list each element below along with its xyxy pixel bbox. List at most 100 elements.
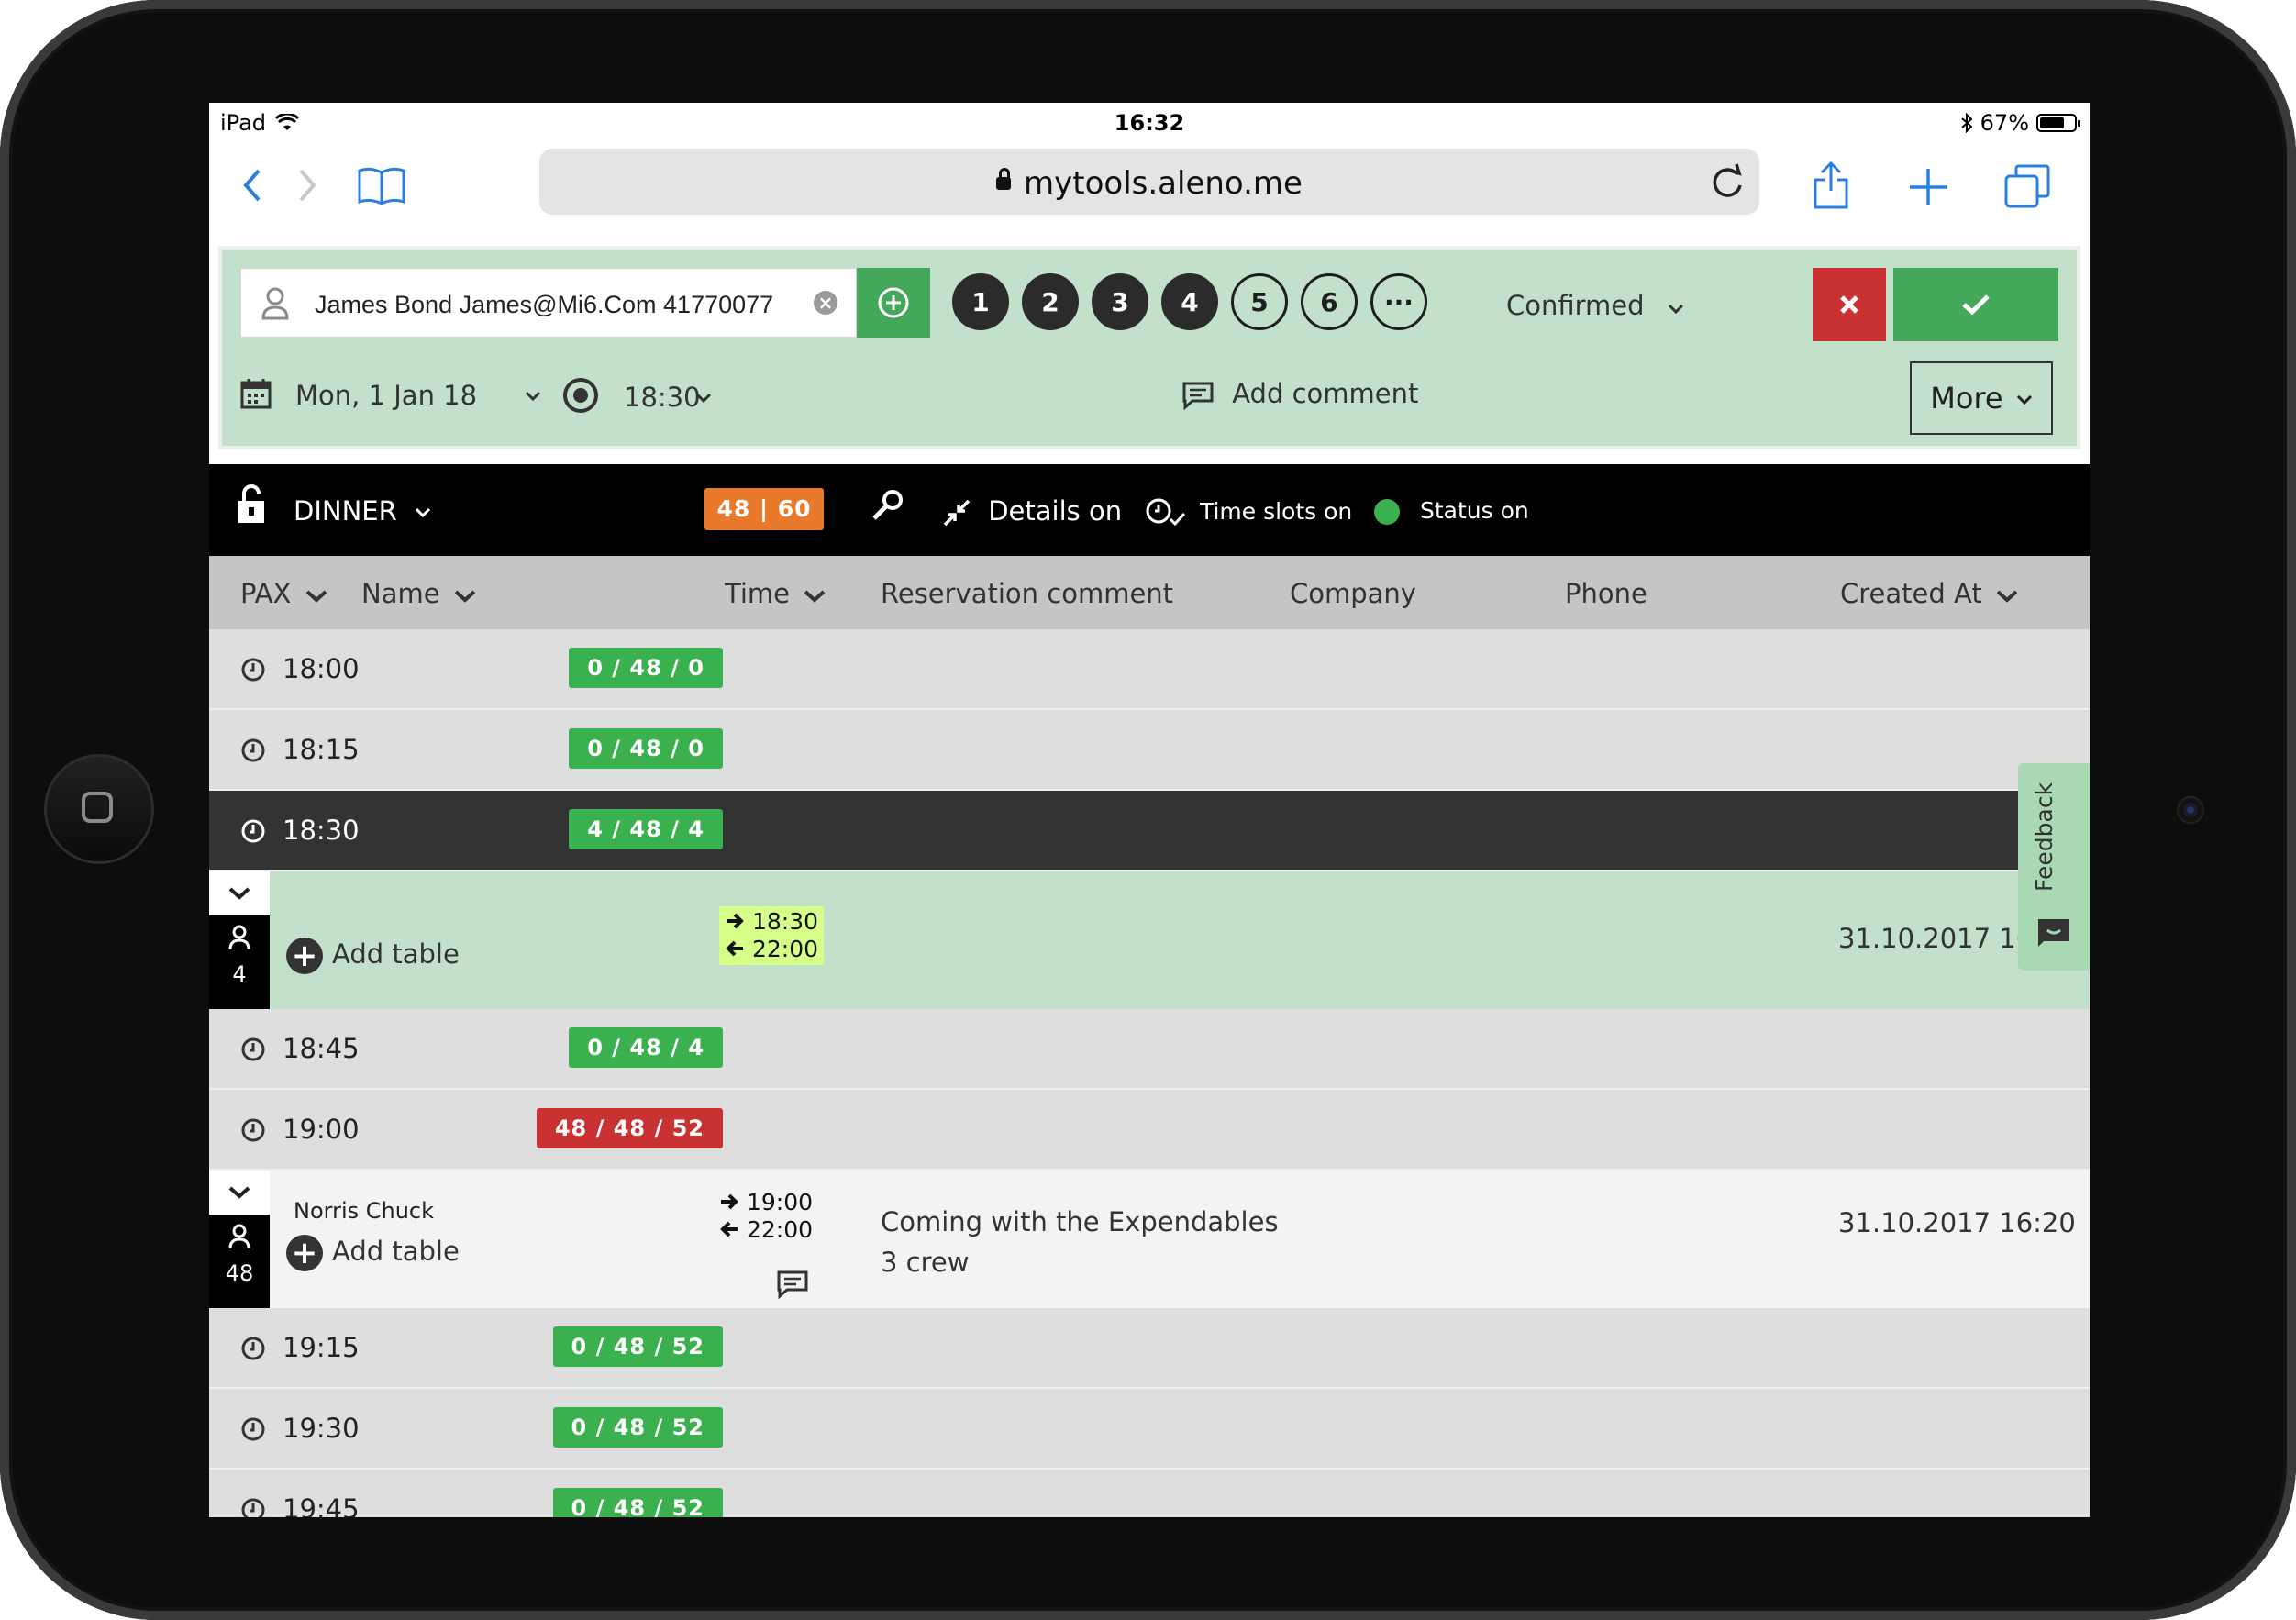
time-slot-row-active[interactable]: 18:30 4 / 48 / 4: [209, 791, 2090, 871]
guest-field-value: James Bond James@Mi6.Com 41770077: [315, 291, 774, 318]
slot-time: 19:30: [283, 1413, 360, 1444]
slot-time: 19:00: [283, 1114, 360, 1145]
pax-more-button[interactable]: ···: [1370, 273, 1427, 330]
slot-capacity-badge: 48 / 48 / 52: [536, 1108, 723, 1148]
time-slot-row[interactable]: 18:00 0 / 48 / 0: [209, 629, 2090, 710]
reservation-row[interactable]: 48 Norris Chuck + Add table 19:00 22:00 C…: [209, 1171, 2090, 1308]
slot-capacity-badge: 0 / 48 / 52: [552, 1326, 723, 1367]
status-dot: [1374, 499, 1400, 525]
reload-icon[interactable]: [1710, 163, 1745, 200]
chat-face-icon: [2038, 919, 2069, 947]
checkmark-icon: [1962, 294, 1990, 316]
service-dropdown[interactable]: DINNER: [294, 495, 431, 527]
slot-time: 18:45: [283, 1033, 360, 1064]
arrival-time: 18:30: [751, 908, 818, 935]
search-icon[interactable]: [870, 486, 906, 523]
pax-count: 48: [225, 1260, 254, 1286]
guest-name[interactable]: Norris Chuck: [294, 1198, 434, 1224]
status-toggle[interactable]: Status on: [1374, 497, 1529, 525]
more-button[interactable]: More: [1910, 361, 2053, 435]
browser-toolbar: mytools.aleno.me: [209, 139, 2090, 235]
status-label: Status on: [1419, 497, 1529, 524]
share-icon[interactable]: [1813, 161, 1849, 209]
target-icon[interactable]: [561, 376, 600, 415]
slot-capacity-badge: 4 / 48 / 4: [569, 809, 723, 849]
date-time-row: Mon, 1 Jan 18 18:30 Add comment: [240, 378, 1525, 433]
forward-icon[interactable]: [297, 167, 317, 204]
calendar-icon[interactable]: [240, 378, 272, 409]
comment-line: 3 crew: [881, 1247, 970, 1278]
column-pax[interactable]: PAX: [240, 578, 327, 609]
time-slot-row[interactable]: 19:15 0 / 48 / 52: [209, 1308, 2090, 1389]
pax-button-4[interactable]: 4: [1161, 273, 1218, 330]
screen: iPad 16:32 67% mytools.aleno.me James Bo…: [209, 103, 2090, 1517]
time-slot-row[interactable]: 19:45 0 / 48 / 52: [209, 1470, 2090, 1517]
cancel-button[interactable]: [1813, 268, 1886, 341]
close-icon: [1840, 295, 1858, 314]
address-bar[interactable]: mytools.aleno.me: [539, 149, 1759, 215]
new-tab-icon[interactable]: [1908, 167, 1948, 207]
clear-icon[interactable]: ×: [814, 291, 837, 315]
slot-capacity-badge: 0 / 48 / 4: [569, 1027, 723, 1068]
person-icon: [261, 287, 289, 320]
add-comment-label: Add comment: [1232, 378, 1419, 409]
details-toggle[interactable]: Details on: [943, 495, 1122, 527]
status-dropdown[interactable]: Confirmed: [1506, 290, 1684, 321]
reservation-times[interactable]: 18:30 22:00: [719, 906, 824, 965]
pax-button-1[interactable]: 1: [952, 273, 1009, 330]
front-camera: [2179, 798, 2202, 822]
unlock-icon[interactable]: [237, 484, 266, 525]
pax-button-3[interactable]: 3: [1092, 273, 1148, 330]
column-time[interactable]: Time: [725, 578, 826, 609]
column-created[interactable]: Created At: [1840, 578, 2018, 609]
reservation-times[interactable]: 19:00 22:00: [719, 1189, 813, 1244]
column-name[interactable]: Name: [361, 578, 476, 609]
time-slot-row[interactable]: 18:15 0 / 48 / 0: [209, 710, 2090, 791]
time-slot-row[interactable]: 18:45 0 / 48 / 4: [209, 1009, 2090, 1090]
date-value[interactable]: Mon, 1 Jan 18: [295, 380, 477, 411]
pax-count-cell: 48: [209, 1215, 270, 1308]
time-value[interactable]: 18:30: [624, 382, 701, 413]
reservation-comment: Coming with the Expendables 3 crew: [881, 1202, 1279, 1282]
add-guest-button[interactable]: [857, 268, 930, 338]
add-table-label: Add table: [332, 938, 460, 970]
back-icon[interactable]: [242, 167, 262, 204]
guest-field[interactable]: James Bond James@Mi6.Com 41770077 ×: [240, 268, 857, 338]
add-table-button[interactable]: + Add table: [286, 1235, 460, 1271]
reservation-row-selected[interactable]: 4 + Add table 18:30 22:00 31.10.2017 16:3: [209, 871, 2090, 1009]
table-header: PAX Name Time Reservation comment Compan…: [209, 556, 2090, 629]
service-bar: DINNER 48 | 60 Details on Time slots on …: [209, 464, 2090, 556]
slot-capacity-badge: 0 / 48 / 0: [569, 728, 723, 769]
pax-button-2[interactable]: 2: [1022, 273, 1079, 330]
lock-icon: [996, 167, 1012, 190]
pax-count: 4: [232, 961, 247, 987]
home-button[interactable]: [44, 754, 154, 864]
time-slot-row[interactable]: 19:30 0 / 48 / 52: [209, 1389, 2090, 1470]
person-icon: [228, 925, 250, 950]
arrow-right-icon: [721, 1193, 738, 1210]
chevron-down-icon[interactable]: [695, 393, 712, 404]
pax-button-5[interactable]: 5: [1231, 273, 1288, 330]
save-button[interactable]: [1893, 268, 2058, 341]
tabs-icon[interactable]: [2003, 163, 2051, 209]
add-table-button[interactable]: + Add table: [286, 938, 460, 974]
status-bar: iPad 16:32 67%: [209, 103, 2090, 139]
chevron-down-icon[interactable]: [525, 391, 541, 402]
expand-toggle[interactable]: [209, 871, 270, 915]
pax-button-6[interactable]: 6: [1301, 273, 1358, 330]
feedback-tab[interactable]: Feedback: [2018, 763, 2090, 971]
chevron-down-icon: [454, 590, 476, 603]
time-slot-row[interactable]: 19:00 48 / 48 / 52: [209, 1090, 2090, 1171]
time-slots-toggle[interactable]: Time slots on: [1145, 497, 1352, 528]
comment-icon[interactable]: [776, 1270, 809, 1299]
chevron-down-icon: [804, 590, 826, 603]
column-phone[interactable]: Phone: [1565, 578, 1647, 609]
bookmarks-icon[interactable]: [356, 165, 407, 205]
slot-capacity-badge: 0 / 48 / 52: [552, 1407, 723, 1448]
column-company[interactable]: Company: [1290, 578, 1416, 609]
add-comment-button[interactable]: Add comment: [1181, 378, 1419, 411]
expand-toggle[interactable]: [209, 1171, 270, 1215]
column-comment[interactable]: Reservation comment: [881, 578, 1173, 609]
chevron-down-icon: [1668, 304, 1683, 315]
slot-time: 18:00: [283, 653, 360, 684]
